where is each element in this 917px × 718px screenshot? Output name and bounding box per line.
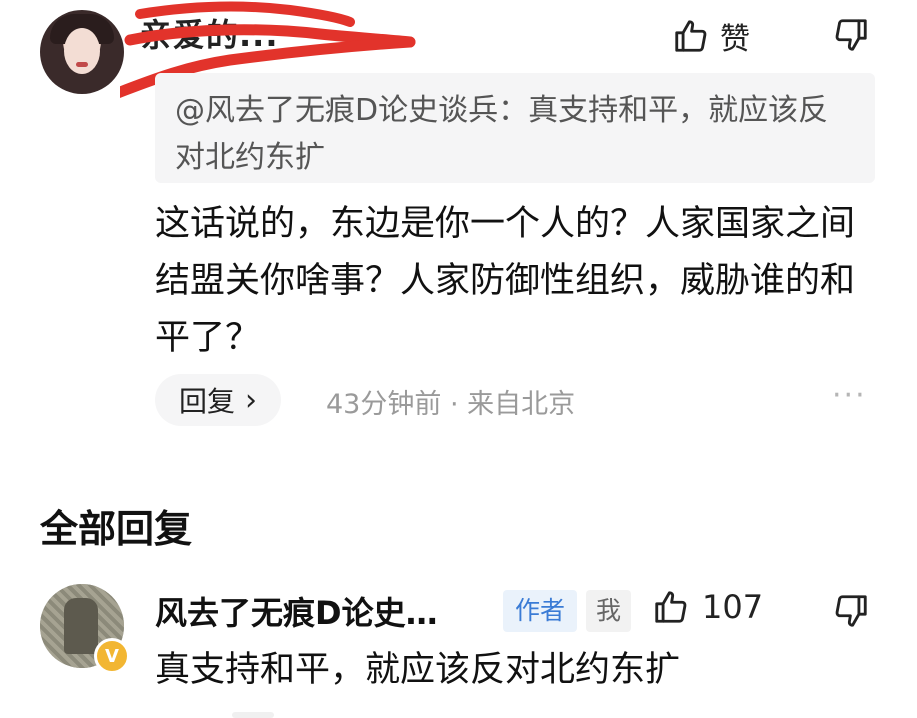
comment-meta: 43分钟前 · 来自北京 xyxy=(326,389,576,420)
more-icon[interactable]: ··· xyxy=(832,378,867,413)
section-title: 全部回复 xyxy=(40,507,193,551)
reply-label: 回复 xyxy=(179,385,236,418)
dislike-button[interactable] xyxy=(832,16,870,58)
reply-avatar[interactable]: V xyxy=(40,584,130,674)
chevron-right-icon: › xyxy=(245,382,258,418)
verified-badge: V xyxy=(94,638,130,674)
thumbs-down-icon xyxy=(835,19,867,51)
avatar-lip xyxy=(76,62,88,67)
thumbs-up-icon xyxy=(655,591,687,623)
reply-like-button[interactable]: 107 xyxy=(652,588,763,626)
comment-body: 这话说的，东边是你一个人的？人家国家之间结盟关你啥事？人家防御性组织，威胁谁的和… xyxy=(155,204,856,358)
next-item-hint xyxy=(232,712,274,718)
reply-button[interactable]: 回复 › xyxy=(155,374,282,426)
like-label: 赞 xyxy=(720,22,750,57)
avatar[interactable] xyxy=(40,10,124,94)
me-tag: 我 xyxy=(586,590,632,632)
like-button[interactable]: 赞 xyxy=(672,14,750,58)
thumbs-up-icon xyxy=(675,20,707,52)
like-count: 107 xyxy=(702,588,764,626)
author-tag: 作者 xyxy=(503,590,578,632)
reply-dislike-button[interactable] xyxy=(832,592,870,634)
reply-body: 真支持和平，就应该反对北约东扩 xyxy=(155,650,681,690)
avatar-figure xyxy=(64,598,98,654)
comment-username[interactable]: 亲爱的... xyxy=(140,10,278,56)
avatar-face xyxy=(64,28,100,74)
reply-username[interactable]: 风去了无痕D论史… xyxy=(155,588,438,634)
quoted-comment[interactable]: @风去了无痕D论史谈兵：真支持和平，就应该反对北约东扩 xyxy=(155,73,875,183)
thumbs-down-icon xyxy=(835,595,867,627)
